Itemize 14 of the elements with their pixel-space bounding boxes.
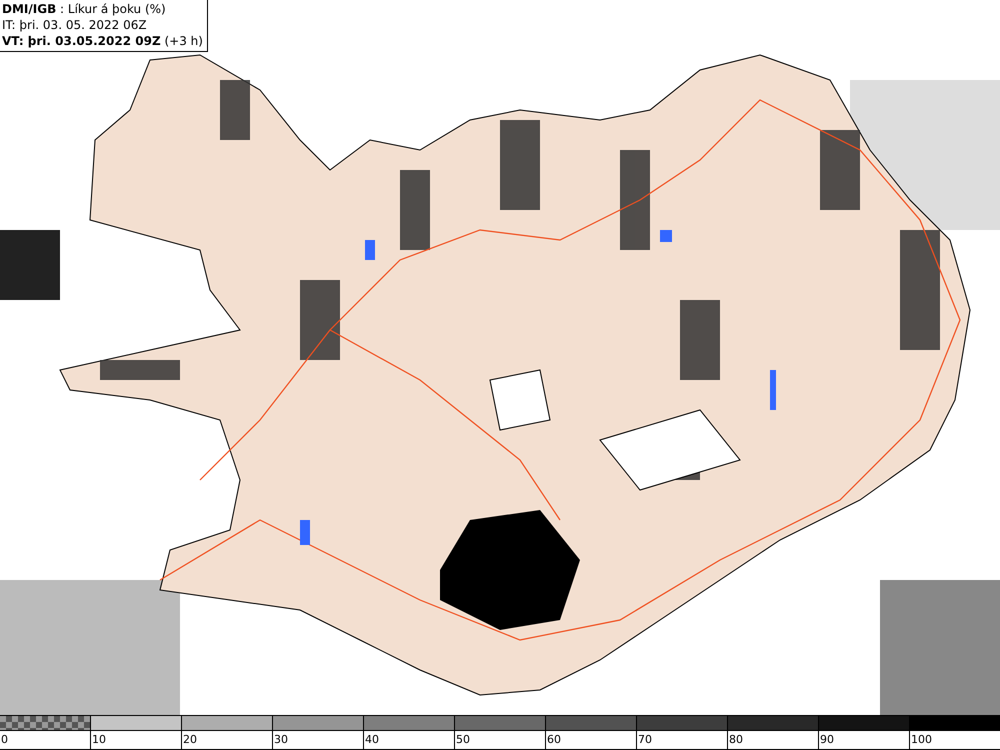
legend-label: 0 bbox=[0, 732, 8, 748]
legend-label: 60 bbox=[546, 732, 561, 748]
legend-label: 40 bbox=[364, 732, 379, 748]
legend-label: 50 bbox=[455, 732, 470, 748]
legend-label: 80 bbox=[728, 732, 743, 748]
legend-label: 20 bbox=[182, 732, 197, 748]
legend-label: 90 bbox=[819, 732, 834, 748]
info-text: IT: þri. 03. 05. 2022 06Z bbox=[2, 17, 148, 33]
legend-label: 70 bbox=[637, 732, 652, 748]
legend-label: 30 bbox=[273, 732, 288, 748]
legend-label: 10 bbox=[91, 732, 106, 748]
legend-label: 100 bbox=[910, 732, 932, 748]
info-text: DMI/IGB : Líkur á þoku (%) bbox=[2, 1, 167, 17]
info-text: VT: þri. 03.05.2022 09Z (+3 h) bbox=[2, 33, 203, 49]
